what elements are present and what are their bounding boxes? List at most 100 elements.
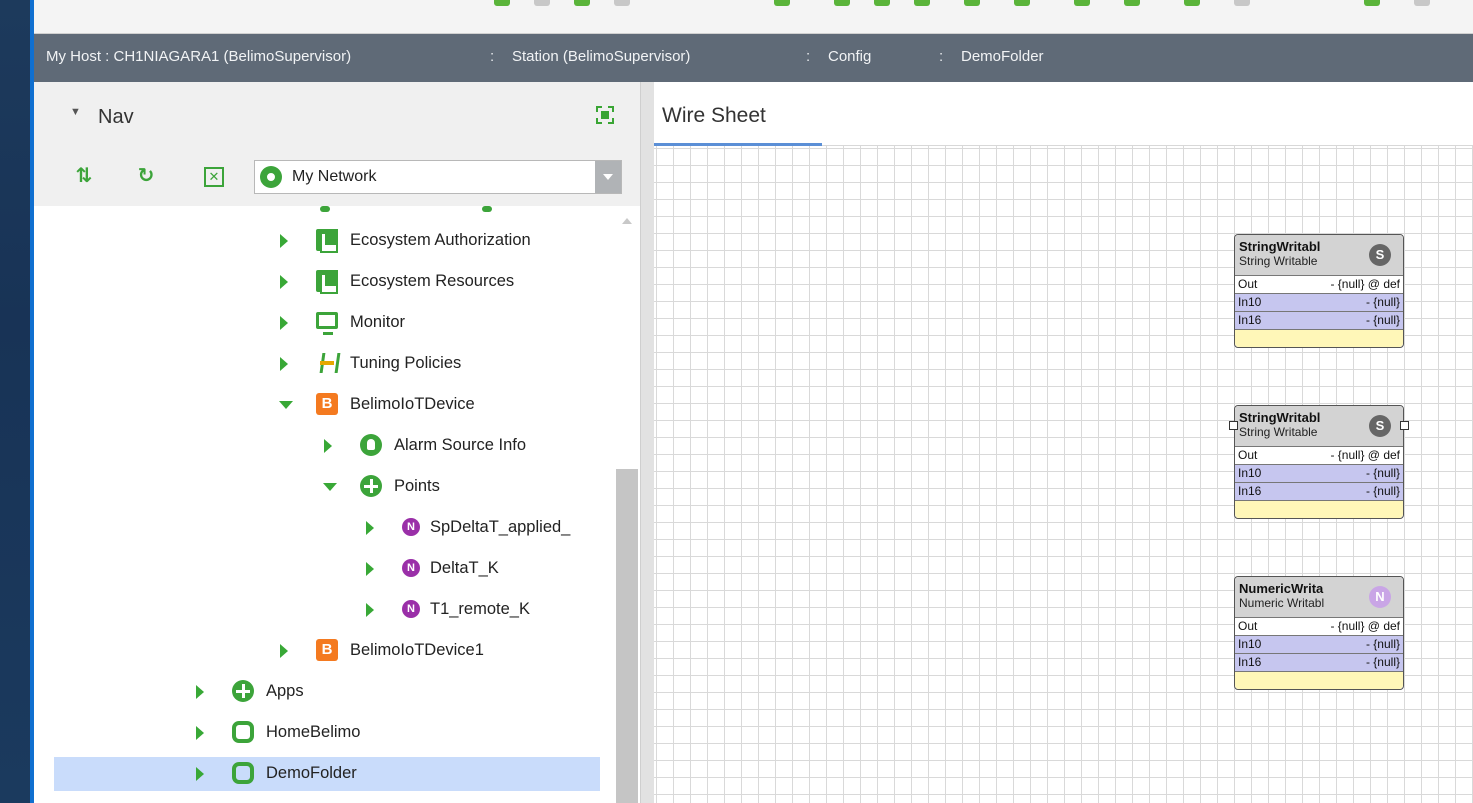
expand-arrow-icon[interactable] (366, 521, 374, 535)
collapse-arrow-icon[interactable] (323, 483, 337, 491)
folder-icon (232, 762, 254, 784)
toolbar-icon[interactable] (874, 0, 890, 6)
slot-row[interactable]: In10 - {null} (1235, 464, 1403, 482)
tree-item-label: HomeBelimo (266, 723, 361, 741)
slot-name: Out (1238, 277, 1258, 291)
tree-item-label: Apps (266, 682, 304, 700)
tree-item[interactable]: Apps (34, 675, 594, 709)
tree-item[interactable]: B BelimoIoTDevice (34, 388, 594, 422)
toolbar-icon[interactable] (1414, 0, 1430, 6)
nav-panel: ▼ Nav ⇅ ↻ ✕ My Network Ecosystem Authori… (34, 82, 640, 803)
toolbar-icon[interactable] (574, 0, 590, 6)
component-header: StringWritabl String Writable S (1235, 235, 1403, 275)
breadcrumb-config[interactable]: Config (828, 48, 871, 65)
tree-item[interactable]: B BelimoIoTDevice1 (34, 634, 594, 668)
tree-item[interactable]: Alarm Source Info (34, 429, 594, 463)
breadcrumb: My Host : CH1NIAGARA1 (BelimoSupervisor)… (34, 34, 1473, 82)
nav-toolbar: ⇅ ↻ ✕ My Network (34, 148, 640, 206)
slot-row[interactable]: Out - {null} @ def (1235, 446, 1403, 464)
tree-item[interactable]: Tuning Policies (34, 347, 594, 381)
expand-arrow-icon[interactable] (280, 357, 288, 371)
slot-row[interactable]: In16 - {null} (1235, 653, 1403, 671)
toolbar-icon[interactable] (964, 0, 980, 6)
toolbar-icon[interactable] (614, 0, 630, 6)
toolbar-icon[interactable] (1184, 0, 1200, 6)
expand-arrow-icon[interactable] (280, 644, 288, 658)
component-type: String Writable (1239, 254, 1318, 268)
panel-divider[interactable] (640, 82, 654, 803)
slot-row[interactable]: Out - {null} @ def (1235, 617, 1403, 635)
collapse-icon[interactable]: ▼ (70, 106, 81, 118)
slot-value: - {null} (1365, 484, 1400, 498)
close-icon[interactable]: ✕ (204, 167, 224, 187)
toolbar-icon[interactable] (1074, 0, 1090, 6)
toolbar-icon[interactable] (534, 0, 550, 6)
folder-icon (232, 721, 254, 743)
slot-value: - {null} (1365, 637, 1400, 651)
toolbar-icon[interactable] (834, 0, 850, 6)
tree-item-label: BelimoIoTDevice (350, 395, 475, 413)
toolbar-icon[interactable] (1014, 0, 1030, 6)
expand-arrow-icon[interactable] (280, 275, 288, 289)
scrollbar[interactable] (614, 206, 640, 803)
apps-icon (232, 680, 254, 702)
toolbar-icon[interactable] (1124, 0, 1140, 6)
toolbar-icon[interactable] (494, 0, 510, 6)
device-b-icon: B (316, 393, 338, 415)
tree-item[interactable]: Ecosystem Resources (34, 265, 594, 299)
tab-wire-sheet[interactable]: Wire Sheet (662, 104, 766, 128)
expand-arrow-icon[interactable] (196, 726, 204, 740)
scrollbar-thumb[interactable] (616, 469, 638, 803)
expand-arrow-icon[interactable] (280, 234, 288, 248)
slot-row[interactable]: In16 - {null} (1235, 311, 1403, 329)
expand-arrow-icon[interactable] (280, 316, 288, 330)
tree-item-label: T1_remote_K (430, 600, 530, 618)
sort-icon[interactable]: ⇅ (72, 164, 96, 188)
numeric-point-icon: N (402, 518, 420, 536)
toolbar-icon[interactable] (774, 0, 790, 6)
maximize-icon[interactable] (596, 106, 614, 124)
nav-tree: Ecosystem Authorization Ecosystem Resour… (34, 206, 614, 803)
slot-row[interactable]: Out - {null} @ def (1235, 275, 1403, 293)
tree-item-selected[interactable]: DemoFolder (54, 757, 600, 791)
toolbar-icon[interactable] (1364, 0, 1380, 6)
toolbar-icon[interactable] (914, 0, 930, 6)
expand-arrow-icon[interactable] (366, 603, 374, 617)
tree-item[interactable]: N DeltaT_K (34, 552, 594, 586)
component-block[interactable]: StringWritabl String Writable S Out - {n… (1234, 234, 1404, 348)
resize-handle[interactable] (1229, 421, 1238, 430)
tree-item-label: SpDeltaT_applied_ (430, 518, 571, 536)
tree-item-label: DemoFolder (266, 764, 357, 782)
breadcrumb-separator: : (806, 48, 811, 65)
tree-item[interactable]: Monitor (34, 306, 594, 340)
tree-item-label: DeltaT_K (430, 559, 499, 577)
string-badge-icon: S (1369, 415, 1391, 437)
network-select[interactable]: My Network (254, 160, 622, 194)
slot-value: - {null} (1365, 466, 1400, 480)
collapse-arrow-icon[interactable] (279, 401, 293, 409)
desktop-edge (0, 0, 34, 803)
breadcrumb-host[interactable]: My Host : CH1NIAGARA1 (BelimoSupervisor) (46, 48, 351, 65)
scroll-up-arrow-icon[interactable] (622, 218, 632, 224)
breadcrumb-station[interactable]: Station (BelimoSupervisor) (512, 48, 690, 65)
expand-arrow-icon[interactable] (366, 562, 374, 576)
slot-row[interactable]: In10 - {null} (1235, 635, 1403, 653)
resize-handle[interactable] (1400, 421, 1409, 430)
view-tabbar: Wire Sheet (654, 82, 1473, 146)
tree-item[interactable]: N SpDeltaT_applied_ (34, 511, 594, 545)
component-block[interactable]: NumericWrita Numeric Writabl N Out - {nu… (1234, 576, 1404, 690)
tree-item[interactable]: HomeBelimo (34, 716, 594, 750)
expand-arrow-icon[interactable] (196, 767, 204, 781)
dropdown-arrow-icon[interactable] (595, 161, 621, 193)
slot-row[interactable]: In10 - {null} (1235, 293, 1403, 311)
tree-item[interactable]: N T1_remote_K (34, 593, 594, 627)
expand-arrow-icon[interactable] (196, 685, 204, 699)
tree-item[interactable]: Points (34, 470, 594, 504)
tree-item[interactable]: Ecosystem Authorization (34, 224, 594, 258)
component-block-selected[interactable]: StringWritabl String Writable S Out - {n… (1229, 405, 1409, 519)
slot-row[interactable]: In16 - {null} (1235, 482, 1403, 500)
breadcrumb-demofolder[interactable]: DemoFolder (961, 48, 1044, 65)
expand-arrow-icon[interactable] (324, 439, 332, 453)
refresh-icon[interactable]: ↻ (134, 164, 158, 188)
toolbar-icon[interactable] (1234, 0, 1250, 6)
